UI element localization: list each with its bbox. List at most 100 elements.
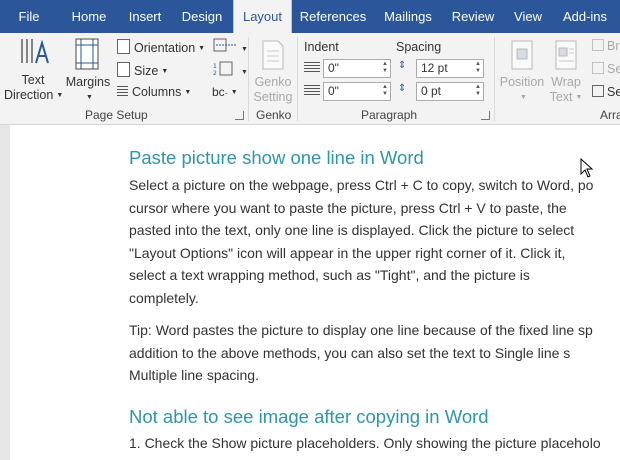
paragraph-line: addition to the above methods, you can a… [129, 344, 571, 361]
bring-forward-icon [592, 39, 604, 51]
spinner-arrows-icon[interactable]: ▲ ▼ [382, 84, 388, 98]
group-divider [248, 37, 249, 121]
paragraph-launcher-icon[interactable] [481, 111, 490, 120]
columns-icon [117, 86, 128, 98]
mouse-pointer-icon [580, 158, 594, 178]
bring-forward-label: Br [607, 39, 620, 53]
send-backward-label: Se [607, 62, 620, 76]
spinner-arrows-icon[interactable]: ▲ ▼ [382, 61, 388, 75]
spacing-after-value: 0 pt [421, 84, 442, 98]
size-icon [117, 62, 130, 77]
size-button[interactable]: Size ▼ [117, 62, 168, 78]
group-divider [297, 37, 298, 121]
dropdown-caret-icon: ▼ [184, 89, 192, 96]
bring-forward-button[interactable]: Br [592, 39, 620, 53]
paragraph-line: cursor where you want to paste the pictu… [129, 199, 567, 216]
spacing-after-icon: ⇕ [398, 83, 407, 94]
paragraph-1: Select a picture on the webpage, press C… [129, 174, 620, 309]
hyphenation-icon: bc [212, 85, 225, 99]
genko-group-label: Genko [256, 108, 292, 122]
paragraph-2: Tip: Word pastes the picture to display … [129, 319, 620, 387]
wrap-text-icon [555, 40, 577, 70]
tab-design[interactable]: Design [178, 0, 226, 33]
paragraph-line: Multiple line spacing. [129, 367, 259, 383]
paragraph-line: pasted into the text, only one line is d… [129, 222, 575, 238]
columns-label: Columns [132, 85, 182, 99]
tab-review[interactable]: Review [449, 0, 497, 33]
svg-text:2: 2 [213, 70, 217, 76]
line-numbers-button[interactable]: 1 2 ▼ [212, 60, 248, 79]
position-icon [511, 40, 533, 70]
wrap-text-button[interactable]: Wrap Text ▼ [546, 35, 586, 105]
genko-page-icon [262, 40, 284, 70]
tab-insert[interactable]: Insert [122, 0, 168, 33]
selection-pane-icon [592, 85, 604, 97]
paragraph-line: completely. [129, 289, 199, 306]
spacing-before-icon: ⇕ [398, 60, 407, 71]
dropdown-caret-icon: ▼ [241, 69, 248, 76]
selection-pane-label: Se [607, 85, 620, 99]
spinner-arrows-icon[interactable]: ▲ ▼ [475, 84, 481, 98]
group-divider [494, 37, 495, 121]
paragraph-line: "Layout Options" icon will appear in the… [129, 244, 566, 261]
dropdown-caret-icon: ▼ [86, 94, 93, 101]
breaks-icon [213, 38, 236, 52]
send-backward-button[interactable]: Se [592, 62, 620, 76]
svg-text:1: 1 [213, 63, 217, 70]
dropdown-caret-icon: ▼ [575, 94, 583, 101]
margins-button[interactable]: Margins ▼ [64, 35, 112, 105]
ribbon-tab-bar: File Home Insert Design Layout Reference… [0, 0, 620, 33]
indent-right-value: 0" [328, 84, 339, 98]
paragraph-3: 1. Check the Show picture placeholders. … [129, 432, 620, 455]
paragraph-line: 1. Check the Show picture placeholders. … [129, 435, 601, 451]
orientation-icon [117, 39, 130, 54]
indent-left-field[interactable]: 0" ▲ ▼ [323, 59, 391, 78]
ribbon-layout-panel: Text Direction ▼ Margins ▼ Orientation ▼ S… [0, 33, 620, 125]
text-direction-button[interactable]: Text Direction ▼ [4, 35, 64, 105]
indent-right-icon [304, 85, 320, 97]
position-label: Position [499, 75, 545, 89]
genko-setting-button[interactable]: Genko Setting [251, 35, 295, 105]
size-label: Size [134, 64, 159, 78]
dropdown-caret-icon: ▼ [198, 45, 206, 52]
page-setup-launcher-icon[interactable] [235, 111, 244, 120]
genko-setting-label-1: Genko [254, 75, 292, 89]
tab-home[interactable]: Home [64, 0, 114, 33]
paragraph-line: Select a picture on the webpage, press C… [129, 177, 594, 193]
spacing-before-field[interactable]: 12 pt ▲ ▼ [416, 59, 484, 78]
text-direction-icon [21, 39, 49, 64]
margins-icon [75, 38, 99, 70]
indent-left-icon [304, 62, 320, 74]
margins-label: Margins [65, 75, 111, 89]
wrap-text-label-2: Text [549, 90, 573, 104]
dropdown-caret-icon: ▼ [230, 89, 238, 96]
indent-label: Indent [304, 40, 339, 54]
page-setup-group-label: Page Setup [85, 108, 148, 122]
tab-references[interactable]: References [298, 0, 368, 33]
dropdown-caret-icon: ▼ [56, 92, 64, 99]
tab-mailings[interactable]: Mailings [380, 0, 436, 33]
arrange-group-label: Arra [600, 108, 620, 122]
hyphenation-button[interactable]: bc- ▼ [212, 85, 238, 99]
tab-view[interactable]: View [510, 0, 546, 33]
breaks-button[interactable]: ▼ [212, 37, 248, 56]
indent-left-value: 0" [328, 61, 339, 75]
paragraph-group-label: Paragraph [361, 108, 418, 122]
selection-pane-button[interactable]: Se [592, 85, 620, 99]
spinner-arrows-icon[interactable]: ▲ ▼ [475, 61, 481, 75]
tab-file[interactable]: File [8, 0, 50, 33]
send-backward-icon [592, 62, 604, 74]
heading-not-able-to-see: Not able to see image after copying in W… [129, 406, 489, 427]
columns-button[interactable]: Columns ▼ [117, 85, 191, 99]
text-direction-label-2: Direction [4, 88, 54, 102]
tab-layout[interactable]: Layout [233, 0, 292, 33]
paragraph-line: select a text wrapping method, such as "… [129, 267, 530, 283]
dropdown-caret-icon: ▼ [241, 46, 248, 53]
heading-paste-picture: Paste picture show one line in Word [129, 147, 424, 168]
paragraph-line: Tip: Word pastes the picture to display … [129, 322, 593, 338]
tab-add-ins[interactable]: Add-ins [560, 0, 610, 33]
orientation-button[interactable]: Orientation ▼ [117, 39, 205, 55]
position-button[interactable]: Position ▼ [498, 35, 546, 105]
indent-right-field[interactable]: 0" ▲ ▼ [323, 82, 391, 101]
spacing-after-field[interactable]: 0 pt ▲ ▼ [416, 82, 484, 101]
